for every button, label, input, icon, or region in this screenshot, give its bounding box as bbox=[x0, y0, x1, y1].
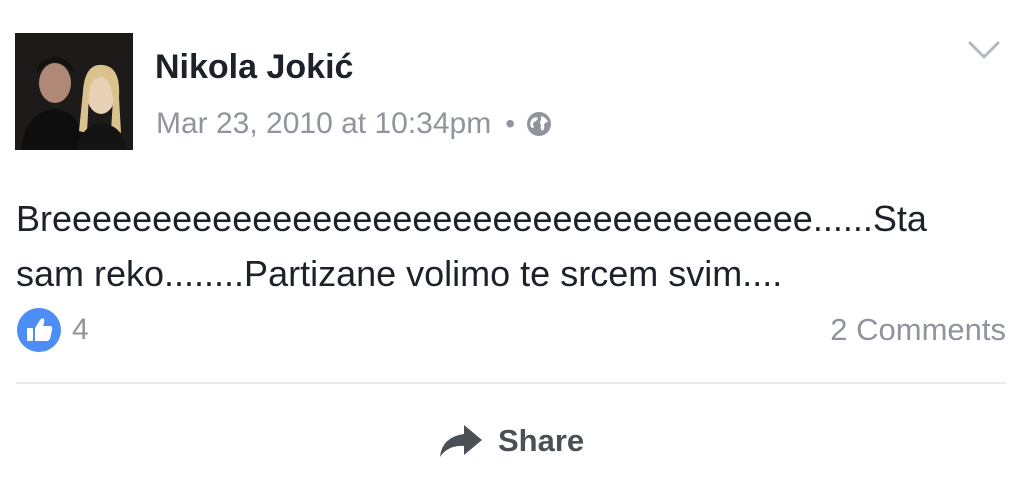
post-body-line: sam reko........Partizane volimo te srce… bbox=[16, 253, 783, 294]
post-timestamp[interactable]: Mar 23, 2010 at 10:34pm bbox=[156, 107, 491, 141]
post-meta: Mar 23, 2010 at 10:34pm • bbox=[156, 104, 553, 144]
comments-link[interactable]: 2 Comments bbox=[830, 310, 1006, 350]
facebook-post: Nikola Jokić Mar 23, 2010 at 10:34pm • B… bbox=[0, 0, 1024, 492]
divider bbox=[16, 382, 1006, 384]
share-arrow-icon bbox=[436, 421, 486, 461]
author-name[interactable]: Nikola Jokić bbox=[155, 47, 353, 87]
like-count[interactable]: 4 bbox=[72, 313, 89, 347]
avatar[interactable] bbox=[15, 33, 133, 150]
chevron-down-icon[interactable] bbox=[966, 38, 1002, 62]
post-body-line: Breeeeeeeeeeeeeeeeeeeeeeeeeeeeeeeeeeeeee… bbox=[16, 198, 927, 239]
meta-separator: • bbox=[505, 108, 516, 139]
reactions-summary[interactable]: 4 bbox=[16, 307, 89, 353]
post-body: Breeeeeeeeeeeeeeeeeeeeeeeeeeeeeeeeeeeeee… bbox=[16, 191, 1016, 301]
thumbs-up-icon[interactable] bbox=[16, 307, 62, 353]
share-button[interactable]: Share bbox=[436, 418, 584, 464]
profile-photo bbox=[15, 33, 133, 150]
share-label: Share bbox=[498, 423, 585, 458]
globe-icon[interactable] bbox=[525, 110, 553, 138]
